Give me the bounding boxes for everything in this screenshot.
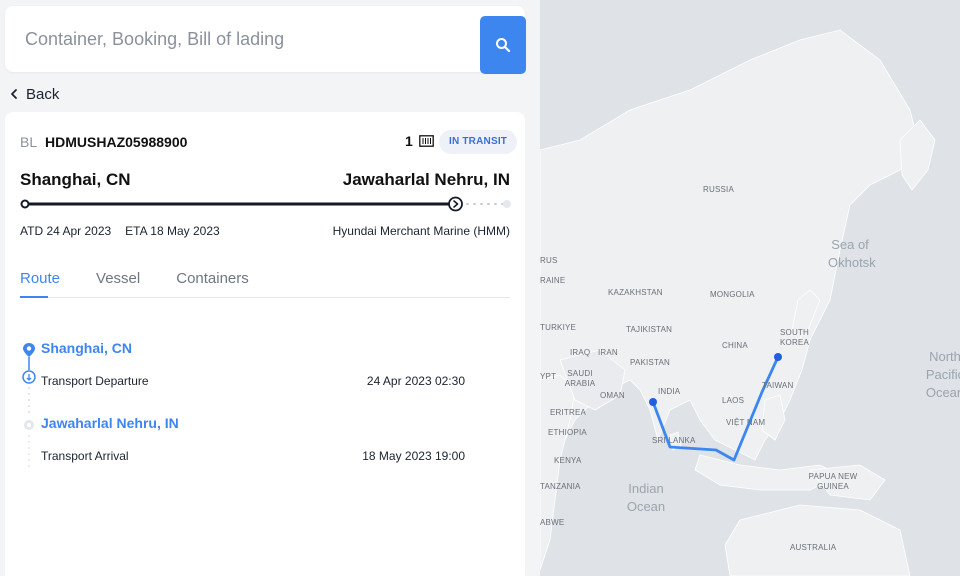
tab-containers[interactable]: Containers: [176, 270, 249, 297]
map-label-ethiopia: ETHIOPIA: [548, 428, 587, 437]
map-label-iraq: IRAQ: [570, 348, 591, 357]
map-landmass-australia: [724, 504, 911, 576]
map-landmass-africa: [540, 374, 576, 571]
map-ocean-north-pacific: North Pacific Ocean: [925, 349, 960, 400]
progress-end-dot: [503, 200, 511, 208]
map-label-tajikistan: TAJIKISTAN: [626, 325, 673, 334]
location-pin-icon: [23, 343, 35, 357]
map-label-australia: AUSTRALIA: [790, 543, 837, 552]
container-icon: [418, 135, 434, 147]
origin-port: Shanghai, CN: [20, 170, 131, 189]
map-label-abwe: ABWE: [540, 518, 565, 527]
route-timeline: Shanghai, CN Transport Departure 24 Apr …: [20, 337, 510, 477]
map-ocean-indian: Indian Ocean: [626, 481, 666, 514]
route-stop-origin[interactable]: Shanghai, CN: [41, 340, 132, 356]
map-label-iran: IRAN: [598, 348, 618, 357]
tab-route[interactable]: Route: [20, 270, 60, 298]
bill-of-lading: BL HDMUSHAZ05988900: [20, 134, 187, 150]
map-label-laos: LAOS: [722, 396, 745, 405]
map-label-china: CHINA: [722, 341, 748, 350]
route-event-arrival: Transport Arrival: [41, 449, 129, 463]
map-label-russia: RUSSIA: [703, 185, 734, 194]
route-event-departure: Transport Departure: [41, 374, 149, 388]
bl-prefix: BL: [20, 134, 38, 150]
bl-number: HDMUSHAZ05988900: [45, 134, 188, 150]
map-label-kazakhstan: KAZAKHSTAN: [608, 288, 663, 297]
map-label-taiwan: TAIWAN: [762, 381, 794, 390]
route-event-arrival-time: 18 May 2023 19:00: [362, 449, 465, 463]
chevron-left-icon: [11, 89, 17, 99]
route-map[interactable]: RUSSIA KAZAKHSTAN MONGOLIA CHINA SOUTH K…: [540, 0, 960, 576]
atd-date: ATD 24 Apr 2023: [20, 224, 112, 238]
route-event-departure-time: 24 Apr 2023 02:30: [366, 374, 465, 388]
search-bar: [5, 6, 526, 74]
map-label-ypt: YPT: [540, 372, 557, 381]
eta-date: ETA 18 May 2023: [125, 224, 220, 238]
map-label-pakistan: PAKISTAN: [630, 358, 670, 367]
timeline-graphic: [22, 343, 36, 467]
map-label-sri-lanka: SRI LANKA: [652, 436, 696, 445]
map-label-raine: RAINE: [540, 276, 566, 285]
container-count: 1: [405, 133, 434, 149]
destination-marker: [649, 398, 657, 406]
map-label-south-korea: SOUTH KOREA: [780, 328, 810, 347]
departure-arrival-dates: ATD 24 Apr 2023 ETA 18 May 2023: [20, 224, 220, 238]
destination-port: Jawaharlal Nehru, IN: [342, 170, 510, 189]
vessel-position-icon: [448, 196, 463, 212]
map-label-eritrea: ERITREA: [550, 408, 587, 417]
container-count-value: 1: [405, 133, 413, 149]
map-label-india: INDIA: [658, 387, 681, 396]
tracking-panel: Back BL HDMUSHAZ05988900 1 IN TRANSIT Sh…: [0, 0, 540, 576]
progress-start-dot: [20, 199, 30, 209]
voyage-progress-bar: [20, 196, 511, 212]
carrier-name: Hyundai Merchant Marine (HMM): [332, 224, 510, 238]
status-badge: IN TRANSIT: [439, 130, 518, 154]
search-input[interactable]: [25, 24, 455, 54]
map-label-turkiye: TURKIYE: [540, 323, 577, 332]
origin-marker: [774, 353, 782, 361]
back-label: Back: [26, 85, 60, 103]
map-label-rus: RUS: [540, 256, 558, 265]
map-label-kenya: KENYA: [554, 456, 582, 465]
map-ocean-okhotsk: Sea of Okhotsk: [828, 237, 876, 270]
map-label-vietnam: VIỆT NAM: [726, 418, 766, 427]
route-stop-destination[interactable]: Jawaharlal Nehru, IN: [41, 415, 179, 431]
departure-event-icon: [22, 370, 36, 384]
destination-pin-icon: [24, 420, 34, 430]
map-label-oman: OMAN: [600, 391, 625, 400]
map-label-tanzania: TANZANIA: [540, 482, 581, 491]
map-label-papua-new-guinea: PAPUA NEW GUINEA: [808, 472, 858, 491]
map-label-mongolia: MONGOLIA: [710, 290, 755, 299]
map-canvas[interactable]: [540, 0, 960, 576]
search-button[interactable]: [480, 16, 526, 74]
back-link[interactable]: Back: [10, 84, 59, 104]
search-icon: [496, 38, 511, 53]
tab-vessel[interactable]: Vessel: [96, 270, 140, 297]
shipment-card: BL HDMUSHAZ05988900 1 IN TRANSIT Shangha…: [5, 112, 525, 576]
map-label-saudi-arabia: SAUDI ARABIA: [564, 369, 596, 388]
detail-tabs: Route Vessel Containers: [20, 270, 510, 298]
